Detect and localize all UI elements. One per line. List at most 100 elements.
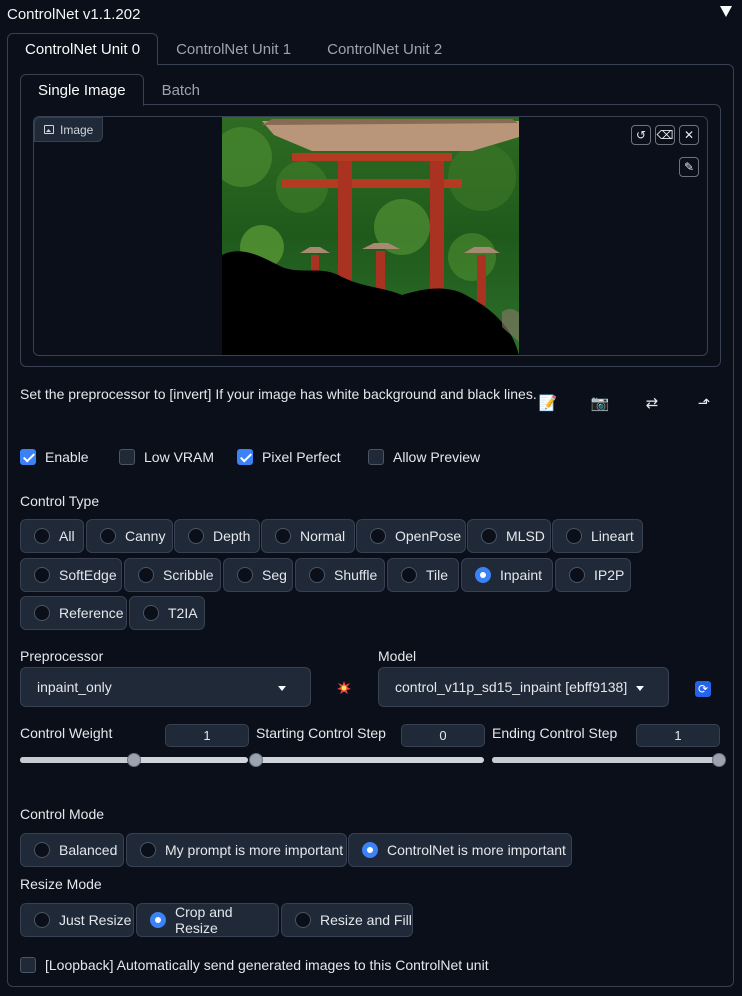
refresh-models-icon[interactable]: ⟳ (695, 681, 711, 697)
radio-circle[interactable] (34, 842, 50, 858)
radio-label: Balanced (59, 842, 118, 858)
radio-option-ip2p[interactable]: IP2P (555, 558, 631, 592)
radio-option-depth[interactable]: Depth (174, 519, 260, 553)
radio-circle[interactable] (34, 605, 50, 621)
radio-circle[interactable] (138, 567, 154, 583)
radio-label: Canny (125, 528, 166, 544)
swap-icon[interactable]: ⇄ (642, 393, 662, 413)
radio-label: Resize and Fill (320, 912, 412, 928)
radio-circle[interactable] (481, 528, 497, 544)
radio-circle[interactable] (140, 842, 156, 858)
radio-circle[interactable] (150, 912, 166, 928)
invert-hint: Set the preprocessor to [invert] If your… (20, 386, 537, 402)
image-label-text: Image (60, 122, 94, 137)
radio-label: Tile (426, 567, 449, 583)
pixel-perfect-checkbox[interactable]: Pixel Perfect (237, 449, 368, 465)
radio-option-reference[interactable]: Reference (20, 596, 127, 630)
collapse-caret-icon[interactable] (720, 6, 732, 17)
radio-option-seg[interactable]: Seg (223, 558, 293, 592)
radio-option-inpaint[interactable]: Inpaint (461, 558, 553, 592)
control-weight-label: Control Weight (20, 725, 113, 741)
send-dimensions-icon[interactable]: ⬏ (694, 393, 714, 413)
radio-circle[interactable] (34, 567, 50, 583)
radio-option-my-prompt-is-more-important[interactable]: My prompt is more important (126, 833, 347, 867)
radio-circle[interactable] (475, 567, 491, 583)
control-weight-input[interactable]: 1 (165, 724, 249, 747)
starting-step-input[interactable]: 0 (401, 724, 485, 747)
slider-thumb[interactable] (249, 753, 263, 767)
low-vram-checkbox-box[interactable] (119, 449, 135, 465)
radio-label: T2IA (168, 605, 198, 621)
ending-step-slider[interactable] (492, 753, 726, 767)
reset-icon[interactable]: ↺ (631, 125, 651, 145)
radio-label: Seg (262, 567, 287, 583)
radio-circle[interactable] (34, 912, 50, 928)
tab-controlnet-unit-1[interactable]: ControlNet Unit 1 (158, 33, 309, 65)
allow-preview-checkbox[interactable]: Allow Preview (368, 449, 480, 465)
radio-circle[interactable] (188, 528, 204, 544)
tab-single-image[interactable]: Single Image (20, 74, 144, 106)
radio-option-resize-and-fill[interactable]: Resize and Fill (281, 903, 413, 937)
radio-circle[interactable] (401, 567, 417, 583)
enable-checkbox-box[interactable] (20, 449, 36, 465)
slider-thumb[interactable] (127, 753, 141, 767)
radio-option-balanced[interactable]: Balanced (20, 833, 124, 867)
radio-option-controlnet-is-more-important[interactable]: ControlNet is more important (348, 833, 572, 867)
eraser-icon[interactable]: ⌫ (655, 125, 675, 145)
loopback-checkbox-box[interactable] (20, 957, 36, 973)
radio-circle[interactable] (275, 528, 291, 544)
radio-circle[interactable] (309, 567, 325, 583)
input-image[interactable] (222, 117, 519, 355)
radio-option-t2ia[interactable]: T2IA (129, 596, 205, 630)
control-type-label: Control Type (20, 493, 100, 509)
radio-circle[interactable] (34, 528, 50, 544)
radio-option-canny[interactable]: Canny (86, 519, 173, 553)
accordion-header[interactable]: ControlNet v1.1.202 (0, 0, 742, 28)
radio-option-crop-and-resize[interactable]: Crop and Resize (136, 903, 279, 937)
radio-label: Depth (213, 528, 251, 544)
radio-option-shuffle[interactable]: Shuffle (295, 558, 385, 592)
run-preprocessor-icon[interactable] (337, 681, 351, 695)
camera-icon[interactable]: 📷 (590, 393, 610, 413)
radio-option-mlsd[interactable]: MLSD (467, 519, 551, 553)
slider-fill (492, 757, 719, 763)
ending-step-input[interactable]: 1 (636, 724, 720, 747)
radio-option-lineart[interactable]: Lineart (552, 519, 643, 553)
radio-option-softedge[interactable]: SoftEdge (20, 558, 122, 592)
tab-batch[interactable]: Batch (144, 74, 218, 106)
radio-circle[interactable] (370, 528, 386, 544)
enable-checkbox[interactable]: Enable (20, 449, 119, 465)
radio-circle[interactable] (143, 605, 159, 621)
close-icon[interactable]: ✕ (679, 125, 699, 145)
low-vram-checkbox[interactable]: Low VRAM (119, 449, 237, 465)
preprocessor-dropdown[interactable]: inpaint_only (20, 667, 311, 707)
model-value: control_v11p_sd15_inpaint [ebff9138] (395, 679, 628, 695)
notepad-icon[interactable]: 📝 (538, 393, 558, 413)
starting-step-slider[interactable] (249, 753, 484, 767)
radio-circle[interactable] (100, 528, 116, 544)
tab-controlnet-unit-2[interactable]: ControlNet Unit 2 (309, 33, 460, 65)
model-dropdown[interactable]: control_v11p_sd15_inpaint [ebff9138] (378, 667, 669, 707)
radio-option-normal[interactable]: Normal (261, 519, 355, 553)
radio-label: Shuffle (334, 567, 378, 583)
brush-icon[interactable]: ✎ (679, 157, 699, 177)
pixel-perfect-checkbox-box[interactable] (237, 449, 253, 465)
radio-label: All (59, 528, 75, 544)
low-vram-label: Low VRAM (144, 449, 215, 465)
radio-option-all[interactable]: All (20, 519, 84, 553)
radio-option-openpose[interactable]: OpenPose (356, 519, 466, 553)
radio-circle[interactable] (362, 842, 378, 858)
radio-circle[interactable] (295, 912, 311, 928)
radio-option-just-resize[interactable]: Just Resize (20, 903, 134, 937)
radio-circle[interactable] (569, 567, 585, 583)
loopback-checkbox[interactable]: [Loopback] Automatically send generated … (20, 957, 489, 973)
allow-preview-checkbox-box[interactable] (368, 449, 384, 465)
tab-controlnet-unit-0[interactable]: ControlNet Unit 0 (7, 33, 159, 65)
radio-option-tile[interactable]: Tile (387, 558, 459, 592)
radio-circle[interactable] (237, 567, 253, 583)
control-weight-slider[interactable] (20, 753, 248, 767)
slider-thumb[interactable] (712, 753, 726, 767)
radio-circle[interactable] (566, 528, 582, 544)
radio-option-scribble[interactable]: Scribble (124, 558, 221, 592)
chevron-down-icon (636, 686, 644, 691)
